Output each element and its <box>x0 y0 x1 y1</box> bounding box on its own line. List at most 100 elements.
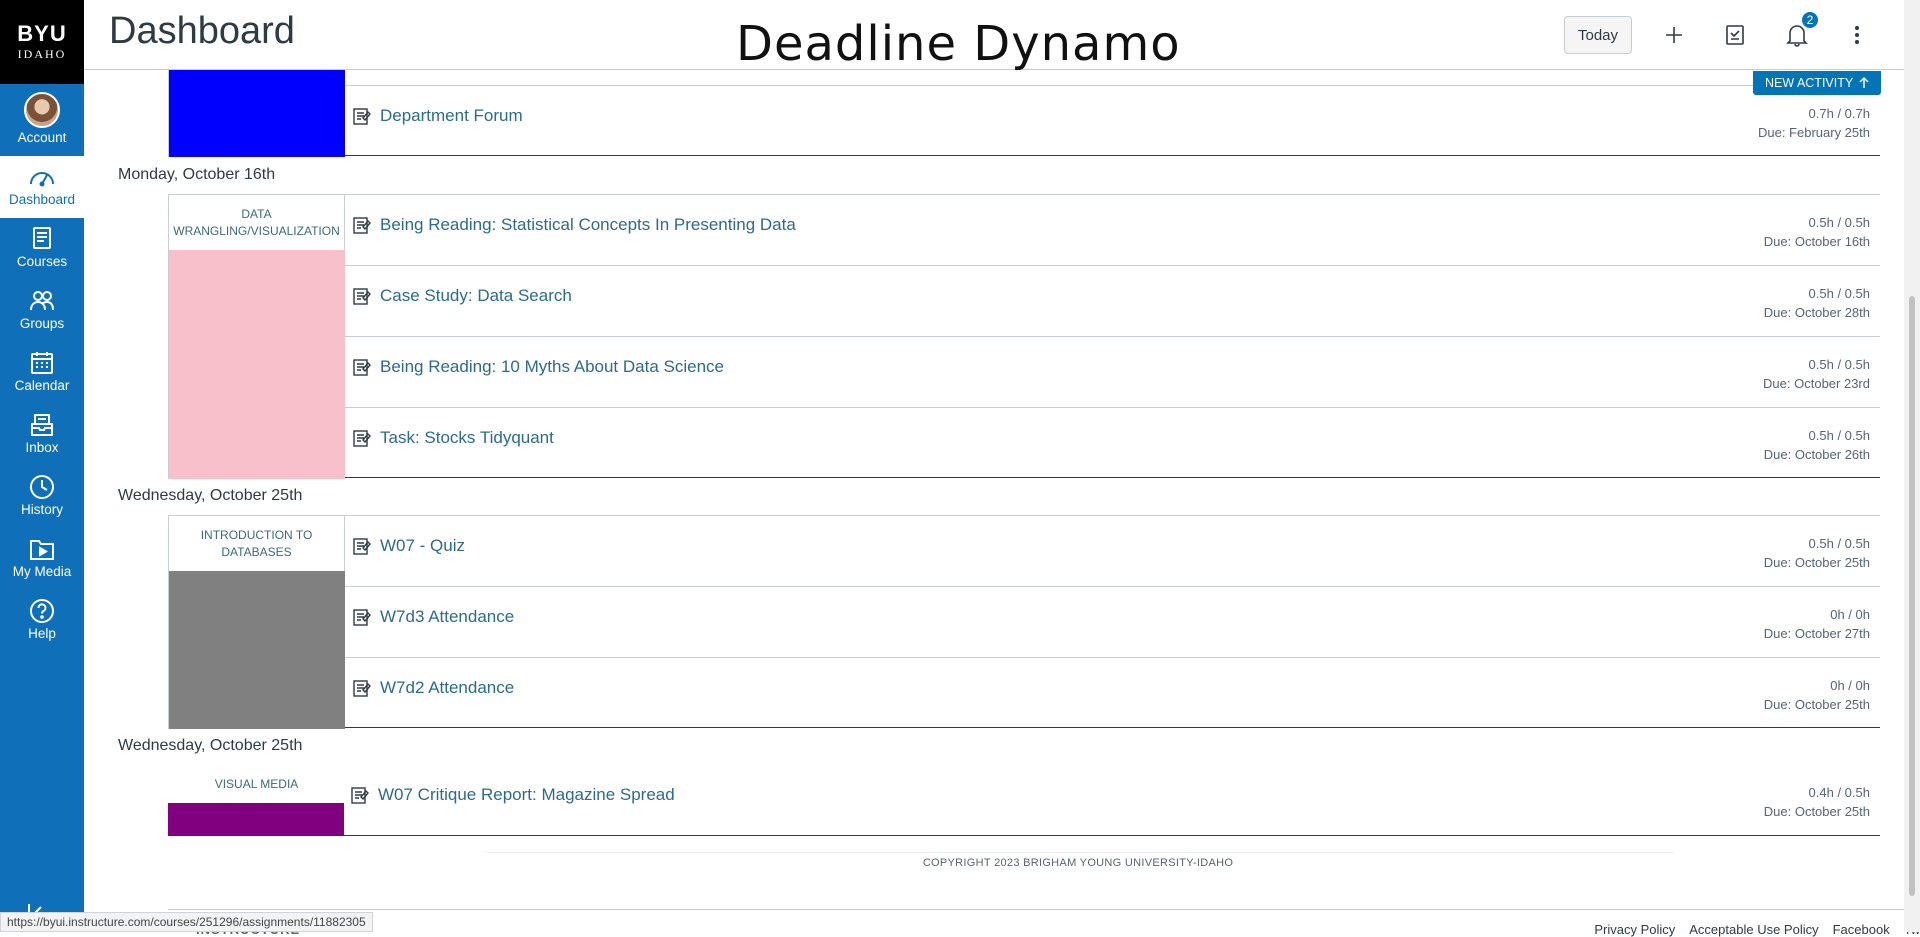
avatar <box>24 92 60 128</box>
dashboard-icon <box>30 172 54 187</box>
logo-main-text: BYU <box>17 20 67 46</box>
calendar-icon <box>31 352 53 374</box>
nav-label-groups: Groups <box>19 316 65 331</box>
planner-item-title[interactable]: W7d2 Attendance <box>380 678 514 698</box>
course-column: DATA WRANGLING/VISUALIZATION <box>168 194 345 479</box>
planner-item-due: Due: October 25th <box>1763 804 1870 819</box>
course-name[interactable]: DATA WRANGLING/VISUALIZATION <box>169 194 345 250</box>
planner-item-hours: 0.5h / 0.5h <box>1808 215 1870 230</box>
scroll-thumb[interactable] <box>1909 296 1915 896</box>
page-footer: INSTRUCTURE Privacy Policy Acceptable Us… <box>168 909 1920 937</box>
footer-link-facebook[interactable]: Facebook <box>1833 922 1890 937</box>
nav-label-dashboard: Dashboard <box>8 192 76 207</box>
course-color-block <box>169 70 345 157</box>
more-options-button[interactable] <box>1842 20 1872 50</box>
inbox-icon <box>31 414 53 436</box>
course-column: INTRODUCTION TO DATABASES <box>168 515 345 729</box>
assignment-icon <box>353 609 371 626</box>
planner-item-due: Due: February 25th <box>1757 125 1870 140</box>
nav-item-courses[interactable]: Courses <box>0 218 84 280</box>
planner-item-due: Due: October 27th <box>1763 626 1870 641</box>
more-vertical-icon <box>1855 26 1859 44</box>
course-color-block <box>169 571 345 729</box>
assignment-icon <box>353 430 371 447</box>
courses-icon <box>33 227 51 249</box>
planner-header: Dashboard Deadline Dynamo Today 2 <box>84 0 1904 72</box>
planner-item[interactable]: W7d3 Attendance 0h / 0h Due: October 27t… <box>345 586 1880 657</box>
copyright-text: COPYRIGHT 2023 BRIGHAM YOUNG UNIVERSITY-… <box>922 857 1234 869</box>
planner-item-due: Due: October 16th <box>1763 234 1870 249</box>
planner-item[interactable]: Department Forum 0.7h / 0.7h Due: Februa… <box>345 85 1880 156</box>
folder-media-icon <box>30 540 54 560</box>
global-nav: BYU IDAHO Account Dashboard Courses Grou… <box>0 0 84 932</box>
course-column: VISUAL MEDIA <box>168 765 345 836</box>
nav-label-calendar: Calendar <box>14 378 70 393</box>
notifications-button[interactable]: 2 <box>1782 10 1820 50</box>
assignment-icon <box>353 288 371 305</box>
nav-item-mymedia[interactable]: My Media <box>0 528 84 590</box>
planner-item-title[interactable]: Being Reading: Statistical Concepts In P… <box>380 215 796 235</box>
planner-item-title[interactable]: W07 - Quiz <box>380 536 465 556</box>
link-status-url: https://byui.instructure.com/courses/251… <box>0 912 373 932</box>
weekly-planner-button[interactable] <box>1720 20 1750 50</box>
plus-icon <box>1666 27 1682 43</box>
course-name[interactable]: INTRODUCTION TO DATABASES <box>169 515 345 571</box>
footer-link-acceptable-use[interactable]: Acceptable Use Policy <box>1689 922 1818 937</box>
planner-item-title[interactable]: Case Study: Data Search <box>380 286 572 306</box>
planner-item-due: Due: October 25th <box>1763 555 1870 570</box>
nav-item-calendar[interactable]: Calendar <box>0 342 84 404</box>
nav-item-help[interactable]: Help <box>0 590 84 652</box>
clipboard-icon <box>1726 25 1744 45</box>
footer-link-privacy[interactable]: Privacy Policy <box>1594 922 1675 937</box>
assignment-icon <box>353 359 371 376</box>
planner-item-due: Due: October 28th <box>1763 305 1870 320</box>
page-scrollbar[interactable] <box>1904 0 1920 932</box>
byu-idaho-logo[interactable]: BYU IDAHO <box>0 0 84 84</box>
nav-label-history: History <box>20 502 63 517</box>
add-todo-button[interactable] <box>1659 20 1689 50</box>
planner-item-due: Due: October 25th <box>1763 697 1870 712</box>
assignment-icon <box>353 217 371 234</box>
nav-label-account: Account <box>17 130 67 145</box>
new-activity-button[interactable]: NEW ACTIVITY <box>1753 71 1882 95</box>
nav-item-inbox[interactable]: Inbox <box>0 404 84 466</box>
course-color-block <box>168 803 344 836</box>
planner-item-title[interactable]: Being Reading: 10 Myths About Data Scien… <box>380 357 724 377</box>
assignment-icon <box>353 108 371 125</box>
groups-icon <box>30 291 54 311</box>
planner-item[interactable]: Being Reading: Statistical Concepts In P… <box>345 194 1880 265</box>
planner-item[interactable]: W07 - Quiz 0.5h / 0.5h Due: October 25th <box>345 515 1880 586</box>
assignment-icon <box>351 787 369 804</box>
nav-item-groups[interactable]: Groups <box>0 280 84 342</box>
course-name[interactable]: VISUAL MEDIA <box>168 765 345 803</box>
assignment-icon <box>353 680 371 697</box>
planner-item[interactable]: Task: Stocks Tidyquant 0.5h / 0.5h Due: … <box>345 407 1880 478</box>
app-title: Deadline Dynamo <box>736 16 1181 72</box>
nav-label-mymedia: My Media <box>12 564 72 579</box>
planner-item[interactable]: Being Reading: 10 Myths About Data Scien… <box>345 336 1880 407</box>
planner-item-title[interactable]: Task: Stocks Tidyquant <box>380 428 554 448</box>
planner-item-title[interactable]: Department Forum <box>380 106 523 126</box>
new-activity-label: NEW ACTIVITY <box>1765 76 1854 90</box>
planner-item[interactable]: W7d2 Attendance 0h / 0h Due: October 25t… <box>345 657 1880 728</box>
footer-divider <box>484 852 1674 853</box>
nav-item-account[interactable]: Account <box>0 84 84 156</box>
today-button[interactable]: Today <box>1564 16 1632 54</box>
planner-item-title[interactable]: W07 Critique Report: Magazine Spread <box>378 785 675 805</box>
nav-label-inbox: Inbox <box>25 440 59 455</box>
planner-item-hours: 0.5h / 0.5h <box>1808 536 1870 551</box>
day-label: Monday, October 16th <box>118 166 276 183</box>
page-title: Dashboard <box>109 10 295 52</box>
assignment-icon <box>353 538 371 555</box>
planner-item-hours: 0.5h / 0.5h <box>1808 357 1870 372</box>
day-label: Wednesday, October 25th <box>118 737 303 754</box>
nav-item-history[interactable]: History <box>0 466 84 528</box>
planner-item-hours: 0.7h / 0.7h <box>1808 106 1870 121</box>
planner-item[interactable]: Case Study: Data Search 0.5h / 0.5h Due:… <box>345 265 1880 336</box>
nav-item-dashboard[interactable]: Dashboard <box>0 156 84 218</box>
planner-item-hours: 0.5h / 0.5h <box>1808 286 1870 301</box>
planner-item[interactable]: W07 Critique Report: Magazine Spread 0.4… <box>343 765 1880 836</box>
nav-label-courses: Courses <box>16 254 68 269</box>
planner-item-title[interactable]: W7d3 Attendance <box>380 607 514 627</box>
planner-item-hours: 0h / 0h <box>1830 678 1870 693</box>
